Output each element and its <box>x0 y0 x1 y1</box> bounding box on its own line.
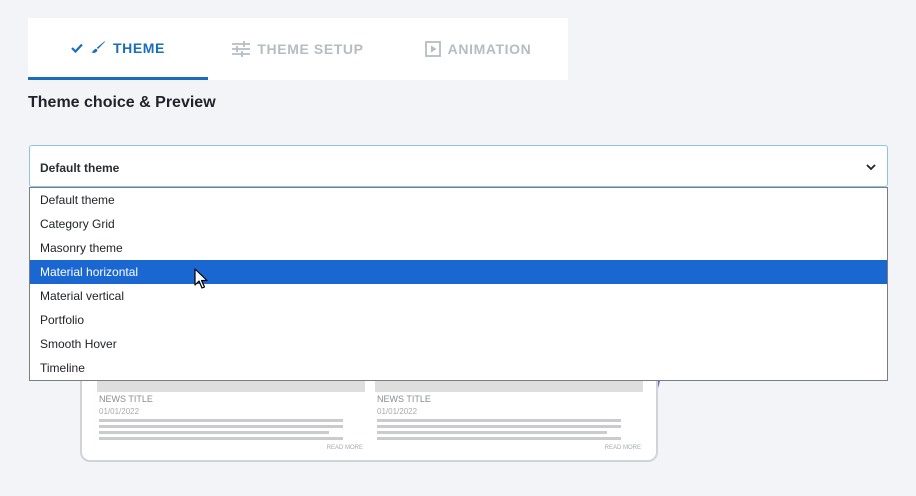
play-icon <box>424 41 441 57</box>
news-text-line <box>99 431 329 434</box>
option-default-theme[interactable]: Default theme <box>30 188 887 212</box>
option-smooth-hover[interactable]: Smooth Hover <box>30 332 887 356</box>
news-title: NEWS TITLE <box>377 394 431 404</box>
theme-select-value: Default theme <box>40 161 120 175</box>
tab-animation[interactable]: ANIMATION <box>388 18 568 80</box>
option-masonry-theme[interactable]: Masonry theme <box>30 236 887 260</box>
tab-theme-label: THEME <box>113 39 165 56</box>
tab-theme-setup-label: THEME SETUP <box>257 41 364 57</box>
option-portfolio[interactable]: Portfolio <box>30 308 887 332</box>
news-text-line <box>377 419 621 422</box>
checkmark-icon <box>71 43 83 53</box>
option-material-horizontal[interactable]: Material horizontal <box>30 260 887 284</box>
tab-theme-setup[interactable]: THEME SETUP <box>208 18 388 80</box>
news-text-line <box>99 419 343 422</box>
news-text-line <box>377 437 621 440</box>
news-read-more: READ MORE <box>326 445 363 451</box>
theme-options-list: Default theme Category Grid Masonry them… <box>29 187 888 381</box>
news-title: NEWS TITLE <box>99 394 153 404</box>
news-date: 01/01/2022 <box>99 407 140 416</box>
tab-bar: THEME THEME SETUP ANIMATION <box>28 18 568 80</box>
chevron-down-icon <box>865 160 877 178</box>
option-material-vertical[interactable]: Material vertical <box>30 284 887 308</box>
news-text-line <box>99 437 343 440</box>
option-timeline[interactable]: Timeline <box>30 356 887 380</box>
section-title: Theme choice & Preview <box>28 94 216 111</box>
option-category-grid[interactable]: Category Grid <box>30 212 887 236</box>
mouse-pointer-icon <box>194 268 208 295</box>
news-text-line <box>377 431 607 434</box>
theme-select[interactable]: Default theme <box>29 145 888 187</box>
news-text-line <box>99 425 343 428</box>
news-text-line <box>377 425 621 428</box>
sliders-icon <box>232 41 251 57</box>
news-date: 01/01/2022 <box>377 407 418 416</box>
tab-theme[interactable]: THEME <box>28 18 208 80</box>
brush-icon <box>90 40 106 56</box>
news-read-more: READ MORE <box>604 445 641 451</box>
tab-animation-label: ANIMATION <box>447 41 532 57</box>
